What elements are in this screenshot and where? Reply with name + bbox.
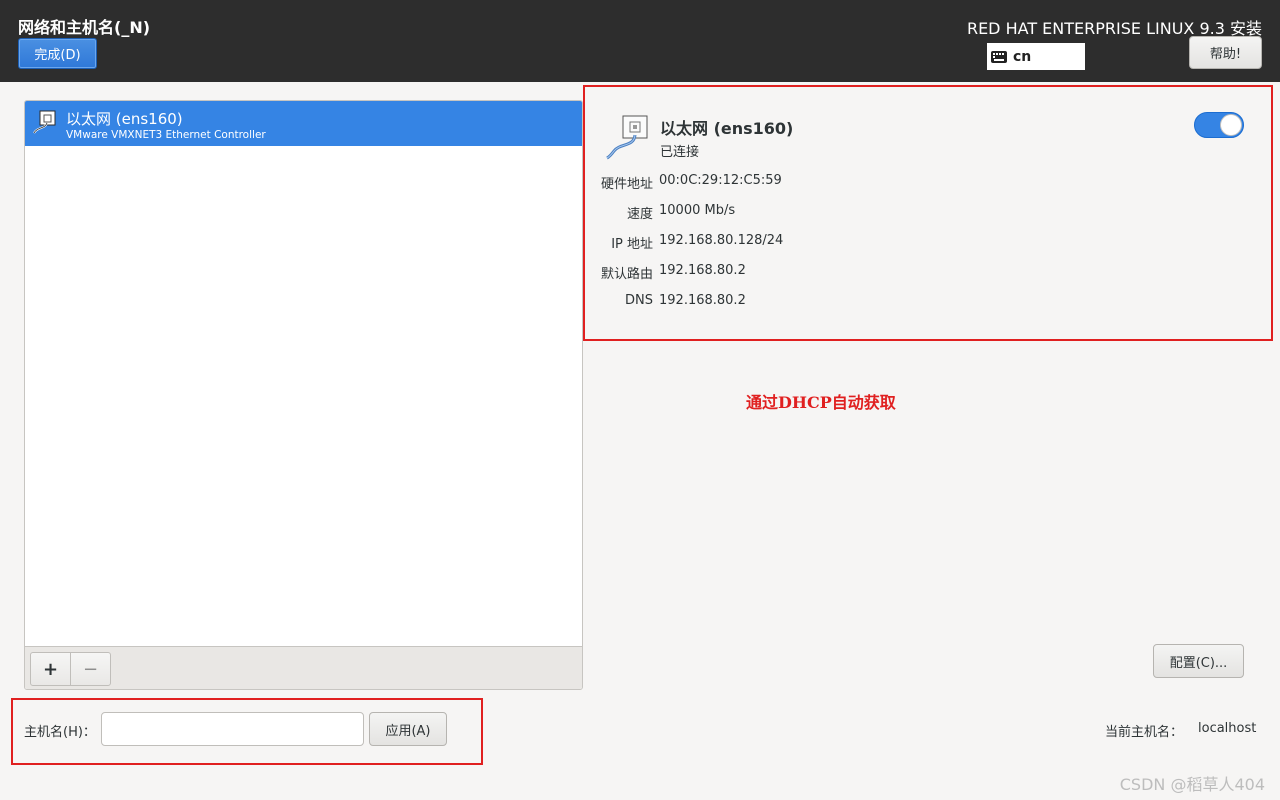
ip-address-value: 192.168.80.128/24 [659, 233, 784, 248]
default-route-label: 默认路由 [600, 267, 653, 282]
current-hostname-label: 当前主机名： [1105, 725, 1184, 740]
ip-address-label: IP 地址 [611, 237, 653, 252]
configure-button[interactable]: 配置(C)... [1153, 644, 1244, 678]
device-status: 已连接 [660, 145, 700, 160]
device-detail-name: 以太网 (ens160) [660, 119, 794, 138]
ethernet-icon [33, 110, 56, 134]
keyboard-icon [991, 50, 1007, 63]
keyboard-layout-indicator[interactable]: cn [987, 43, 1085, 70]
current-hostname-value: localhost [1198, 721, 1257, 736]
default-route-value: 192.168.80.2 [659, 263, 746, 278]
watermark: CSDN @稻草人404 [1119, 775, 1265, 794]
hostname-input[interactable] [101, 712, 364, 746]
page-title: 网络和主机名(_N) [18, 18, 151, 37]
dhcp-annotation: 通过DHCP自动获取 [746, 393, 896, 412]
device-list: 以太网 (ens160) VMware VMXNET3 Ethernet Con… [24, 100, 583, 690]
dns-label: DNS [625, 293, 653, 308]
help-button[interactable]: 帮助! [1189, 36, 1262, 69]
toggle-knob [1220, 114, 1242, 136]
hardware-address-value: 00:0C:29:12:C5:59 [659, 173, 782, 188]
speed-label: 速度 [626, 207, 653, 222]
speed-value: 10000 Mb/s [659, 203, 736, 218]
ethernet-icon [606, 115, 648, 160]
hardware-address-label: 硬件地址 [600, 177, 653, 192]
remove-device-button[interactable]: − [70, 652, 111, 686]
list-item[interactable]: 以太网 (ens160) VMware VMXNET3 Ethernet Con… [25, 101, 582, 146]
device-enable-toggle[interactable] [1194, 112, 1244, 138]
header-bar: 网络和主机名(_N) 完成(D) RED HAT ENTERPRISE LINU… [0, 0, 1280, 82]
add-device-button[interactable]: + [30, 652, 71, 686]
device-description: VMware VMXNET3 Ethernet Controller [66, 129, 266, 141]
list-toolbar: + − [25, 646, 582, 689]
dns-value: 192.168.80.2 [659, 293, 746, 308]
done-button[interactable]: 完成(D) [18, 38, 97, 69]
keyboard-layout-label: cn [1013, 48, 1032, 65]
hostname-label: 主机名(H)： [24, 725, 96, 740]
apply-button[interactable]: 应用(A) [369, 712, 447, 746]
device-name: 以太网 (ens160) [66, 110, 183, 128]
